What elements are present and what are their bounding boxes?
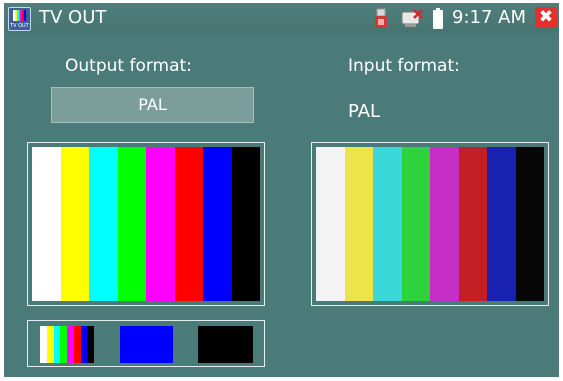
- color-bar: [373, 147, 402, 301]
- input-preview: [311, 142, 549, 306]
- blue-pattern-thumbnail[interactable]: [120, 326, 173, 363]
- output-format-button[interactable]: PAL: [51, 87, 254, 123]
- output-color-bars: [32, 147, 260, 301]
- color-bar: [40, 326, 47, 363]
- color-bar: [430, 147, 459, 301]
- color-bar: [231, 147, 260, 301]
- color-bar: [73, 326, 81, 363]
- color-bar: [117, 147, 146, 301]
- color-bar: [487, 147, 516, 301]
- tv-out-app-icon: TV OUT: [8, 7, 31, 31]
- color-bar: [53, 326, 61, 363]
- output-preview: [27, 142, 265, 306]
- color-bar: [146, 147, 175, 301]
- title-bar: TV OUT TV OUT 9:17 AM ✖: [4, 3, 559, 33]
- battery-icon: [433, 8, 443, 29]
- color-bars-pattern-thumbnail[interactable]: [40, 326, 94, 363]
- close-button[interactable]: ✖: [535, 7, 557, 28]
- app-icon-text: TV OUT: [10, 23, 29, 29]
- input-format-label: Input format:: [348, 56, 460, 76]
- usb-icon: [375, 8, 387, 28]
- color-bar: [60, 326, 67, 363]
- color-bar: [32, 147, 61, 301]
- color-bar: [46, 326, 54, 363]
- color-bar: [174, 147, 203, 301]
- color-bar: [515, 147, 544, 301]
- color-bar: [87, 326, 94, 363]
- clock: 9:17 AM: [452, 7, 526, 28]
- color-bar: [203, 147, 232, 301]
- color-bar: [316, 147, 345, 301]
- color-bar: [67, 326, 74, 363]
- color-bar: [344, 147, 373, 301]
- input-color-bars: [316, 147, 544, 301]
- output-format-label: Output format:: [65, 56, 192, 76]
- input-format-value: PAL: [348, 101, 381, 122]
- color-bar: [80, 326, 88, 363]
- color-bar: [458, 147, 487, 301]
- black-pattern-thumbnail[interactable]: [198, 326, 253, 363]
- window-title: TV OUT: [39, 7, 107, 28]
- color-bar: [60, 147, 89, 301]
- test-pattern-selector: [27, 320, 265, 367]
- color-bar: [89, 147, 118, 301]
- tv-out-screen: TV OUT TV OUT 9:17 AM ✖ Output format: I…: [4, 3, 559, 377]
- color-bar: [401, 147, 430, 301]
- network-disconnected-icon: [401, 9, 423, 27]
